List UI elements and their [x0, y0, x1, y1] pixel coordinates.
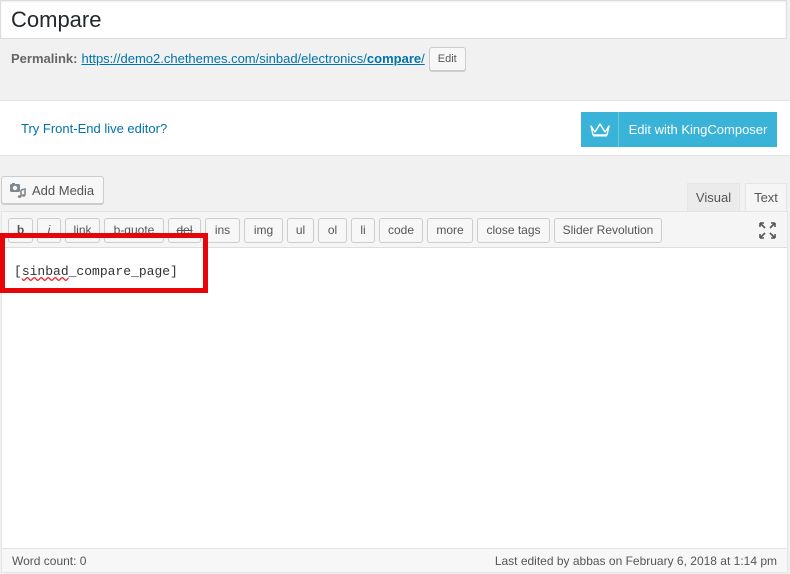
permalink-url-slug: compare: [366, 51, 422, 66]
qt-ul-button[interactable]: ul: [287, 218, 314, 243]
permalink-link[interactable]: https://demo2.chethemes.com/sinbad/elect…: [81, 48, 424, 70]
qt-code-button[interactable]: code: [379, 218, 423, 243]
qt-del-button[interactable]: del: [168, 218, 201, 243]
camera-music-icon: [9, 182, 26, 199]
editor-textarea[interactable]: [sinbad_compare_page]: [2, 248, 787, 548]
permalink-edit-button[interactable]: Edit: [428, 47, 466, 71]
permalink-url-base: https://demo2.chethemes.com/sinbad/elect…: [81, 51, 367, 66]
kingcomposer-bar: Try Front-End live editor? Edit with Kin…: [0, 100, 790, 156]
edit-with-kingcomposer-button[interactable]: Edit with KingComposer: [581, 112, 777, 147]
qt-link-button[interactable]: link: [65, 218, 100, 243]
try-frontend-editor-link[interactable]: Try Front-End live editor?: [21, 121, 167, 136]
post-editor: Permalink: https://demo2.chethemes.com/s…: [0, 0, 790, 574]
quicktags-toolbar: b i link b-quote del ins img ul ol li co…: [2, 212, 787, 248]
last-edited: Last edited by abbas on February 6, 2018…: [494, 554, 777, 568]
permalink-label: Permalink:: [11, 51, 78, 66]
tab-visual[interactable]: Visual: [687, 183, 740, 211]
word-count: Word count: 0: [12, 554, 87, 568]
editor-container: b i link b-quote del ins img ul ol li co…: [1, 211, 788, 573]
qt-ins-button[interactable]: ins: [205, 218, 240, 243]
permalink-url-tail: /: [421, 51, 425, 66]
add-media-button[interactable]: Add Media: [1, 176, 105, 204]
crown-icon: [581, 112, 619, 147]
qt-more-button[interactable]: more: [427, 218, 473, 243]
qt-img-button[interactable]: img: [244, 218, 283, 243]
qt-bold-button[interactable]: b: [8, 218, 33, 243]
post-title-input[interactable]: [0, 0, 787, 39]
qt-close-tags-button[interactable]: close tags: [477, 218, 550, 243]
qt-ol-button[interactable]: ol: [318, 218, 347, 243]
add-media-label: Add Media: [32, 182, 95, 198]
tab-text[interactable]: Text: [745, 183, 787, 211]
qt-slider-revolution-button[interactable]: Slider Revolution: [554, 218, 662, 243]
shortcode-rest: _compare_page]: [68, 264, 178, 279]
editor-status-bar: Word count: 0 Last edited by abbas on Fe…: [2, 548, 787, 572]
qt-li-button[interactable]: li: [351, 218, 375, 243]
shortcode-open: [: [14, 264, 22, 279]
permalink-row: Permalink: https://demo2.chethemes.com/s…: [11, 47, 466, 71]
kingcomposer-button-label: Edit with KingComposer: [628, 122, 768, 137]
qt-bquote-button[interactable]: b-quote: [104, 218, 164, 243]
qt-italic-button[interactable]: i: [37, 218, 61, 243]
fullscreen-icon[interactable]: [759, 222, 776, 239]
shortcode-misspelled-word: sinbad: [21, 264, 69, 279]
